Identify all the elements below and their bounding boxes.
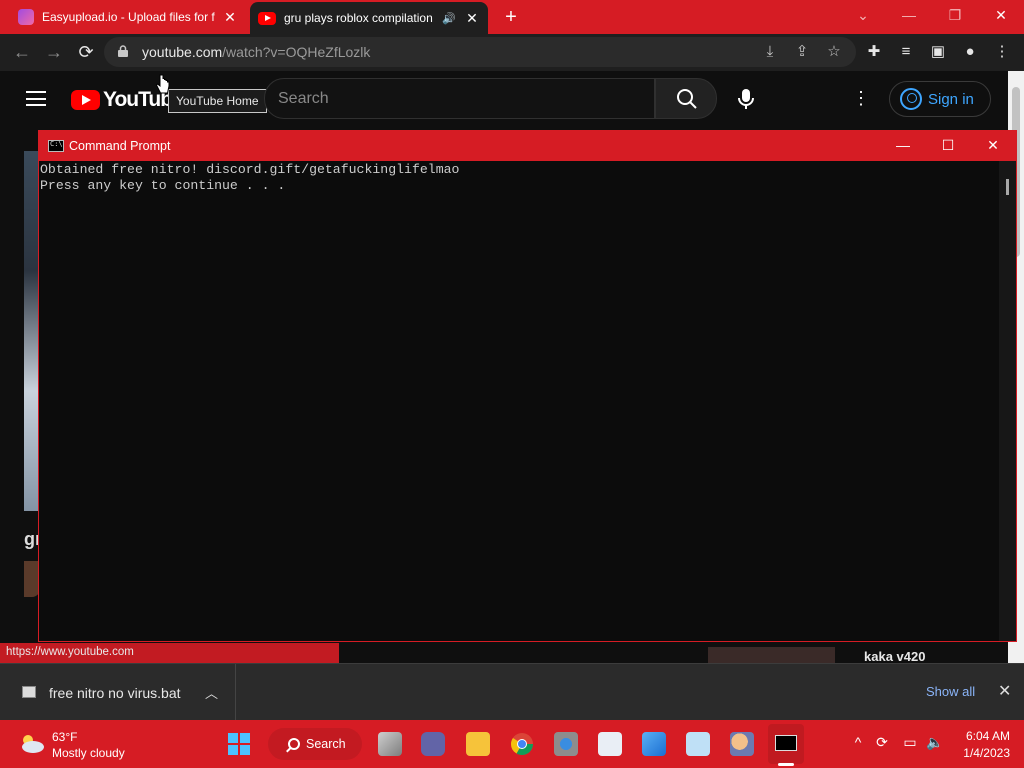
maximize-button[interactable]: ❐ [932, 0, 978, 34]
paint-icon[interactable] [642, 732, 666, 756]
cmd-title-bar[interactable]: Command Prompt — ☐ ✕ [39, 131, 1016, 161]
lock-icon [118, 45, 128, 57]
search-placeholder: Search [278, 90, 329, 107]
cmd-taskbar-icon [775, 735, 797, 751]
display-icon[interactable]: ▭ [900, 734, 920, 751]
media-controls-icon[interactable]: ≡ [896, 42, 916, 62]
close-window-button[interactable]: ✕ [978, 0, 1024, 34]
minimize-button[interactable]: — [886, 0, 932, 34]
chrome-menu-icon[interactable]: ⋮ [992, 42, 1012, 62]
cloudy-weather-icon[interactable] [18, 732, 46, 754]
screen: Easyupload.io - Upload files for f ✕ gru… [0, 0, 1024, 768]
cmd-maximize-button[interactable]: ☐ [925, 131, 971, 161]
tab-title: gru plays roblox compilation [284, 11, 433, 25]
audio-playing-icon[interactable]: 🔊 [442, 12, 456, 25]
install-app-icon[interactable]: ⤓ [760, 42, 780, 62]
related-video-thumbnail[interactable] [708, 647, 835, 663]
teams-chat-icon[interactable] [421, 732, 445, 756]
new-tab-button[interactable]: + [498, 4, 524, 30]
task-view-icon[interactable] [378, 732, 402, 756]
settings-more-icon[interactable]: ⋮ [851, 87, 871, 109]
console-line: Obtained free nitro! discord.gift/getafu… [40, 162, 460, 177]
profile-icon[interactable]: ● [960, 42, 980, 62]
sign-in-label: Sign in [928, 90, 974, 108]
tab-easyupload[interactable]: Easyupload.io - Upload files for f ✕ [8, 0, 246, 34]
extensions-puzzle-icon[interactable]: ✚ [864, 42, 884, 62]
taskbar-search-label: Search [306, 737, 346, 751]
show-hidden-icons-chevron-icon[interactable]: ^ [848, 734, 868, 750]
resource-monitor-icon[interactable] [598, 732, 622, 756]
voice-search-button[interactable] [730, 81, 762, 117]
taskbar-date[interactable]: 1/4/2023 [956, 746, 1010, 760]
side-panel-icon[interactable]: ▣ [928, 42, 948, 62]
youtube-home-tooltip: YouTube Home [168, 89, 267, 113]
start-button[interactable] [228, 733, 250, 755]
weather-condition[interactable]: Mostly cloudy [52, 746, 125, 760]
related-video-title[interactable]: kaka v420 [864, 649, 925, 663]
console-line: Press any key to continue . . . [40, 178, 286, 193]
forward-button[interactable]: → [40, 38, 68, 66]
account-circle-icon [900, 88, 922, 110]
bookmark-star-icon[interactable]: ☆ [824, 42, 844, 62]
tab-youtube[interactable]: gru plays roblox compilation 🔊 ✕ [250, 2, 488, 34]
tab-close-icon[interactable]: ✕ [220, 9, 240, 26]
url-path: /watch?v=OQHeZfLozlk [222, 44, 371, 60]
easyupload-favicon-icon [18, 9, 34, 25]
hand-cursor-icon [156, 74, 170, 94]
batch-file-icon [22, 686, 36, 698]
microphone-icon [738, 89, 754, 109]
sign-in-button[interactable]: Sign in [889, 81, 991, 117]
download-shelf: free nitro no virus.bat ︿ Show all ✕ [0, 663, 1024, 721]
back-button[interactable]: ← [8, 38, 36, 66]
link-status-bubble: https://www.youtube.com [0, 643, 339, 663]
cmd-scrollbar[interactable] [999, 161, 1016, 641]
settings-gear-icon[interactable] [554, 732, 578, 756]
cmd-scrollbar-thumb[interactable] [1006, 179, 1009, 195]
url-host: youtube.com [142, 44, 223, 60]
cmd-minimize-button[interactable]: — [880, 131, 926, 161]
taskbar-cmd-button[interactable] [768, 724, 804, 764]
youtube-search-button[interactable] [655, 78, 717, 119]
active-app-indicator [778, 763, 794, 766]
cmd-close-button[interactable]: ✕ [970, 131, 1016, 161]
youtube-play-icon [71, 90, 100, 110]
browser-toolbar: ← → ⟳ youtube.com/watch?v=OQHeZfLozlk ⤓ … [0, 34, 1024, 71]
file-explorer-icon[interactable] [466, 732, 490, 756]
tab-title: Easyupload.io - Upload files for f [42, 10, 215, 24]
youtube-search-input[interactable]: Search [264, 78, 655, 119]
remote-desktop-icon[interactable] [686, 732, 710, 756]
weather-temperature[interactable]: 63°F [52, 730, 77, 744]
share-icon[interactable]: ⇪ [792, 42, 812, 62]
search-icon [288, 738, 300, 750]
tab-close-icon[interactable]: ✕ [462, 10, 482, 27]
youtube-favicon-icon [258, 11, 276, 25]
cmd-title: Command Prompt [69, 139, 171, 153]
show-all-downloads-link[interactable]: Show all [926, 684, 975, 699]
address-bar[interactable]: youtube.com/watch?v=OQHeZfLozlk ⤓ ⇪ ☆ [104, 37, 856, 67]
sync-icon[interactable]: ⟳ [872, 734, 892, 751]
chrome-icon[interactable] [510, 732, 534, 756]
windows-taskbar: 63°F Mostly cloudy Search ^ ⟳ ▭ 🔈 6:04 A… [0, 720, 1024, 768]
download-filename: free nitro no virus.bat [49, 685, 181, 701]
volume-icon[interactable]: 🔈 [925, 734, 945, 751]
close-download-shelf-button[interactable]: ✕ [998, 681, 1011, 701]
users-icon[interactable] [730, 732, 754, 756]
reload-button[interactable]: ⟳ [72, 38, 100, 66]
search-icon [677, 89, 697, 109]
url-text: youtube.com/watch?v=OQHeZfLozlk [142, 44, 370, 60]
cmd-app-icon [48, 140, 64, 152]
taskbar-search-button[interactable]: Search [268, 728, 362, 760]
browser-tab-strip: Easyupload.io - Upload files for f ✕ gru… [0, 0, 1024, 34]
chevron-up-icon[interactable]: ︿ [205, 683, 218, 702]
command-prompt-window[interactable]: Command Prompt — ☐ ✕ Obtained free nitro… [38, 130, 1017, 642]
taskbar-time[interactable]: 6:04 AM [962, 729, 1010, 743]
tab-search-chevron-icon[interactable]: ⌄ [840, 0, 886, 34]
download-item[interactable]: free nitro no virus.bat ︿ [0, 664, 236, 721]
guide-menu-icon[interactable] [26, 91, 46, 106]
cmd-console-output[interactable]: Obtained free nitro! discord.gift/getafu… [39, 161, 999, 641]
